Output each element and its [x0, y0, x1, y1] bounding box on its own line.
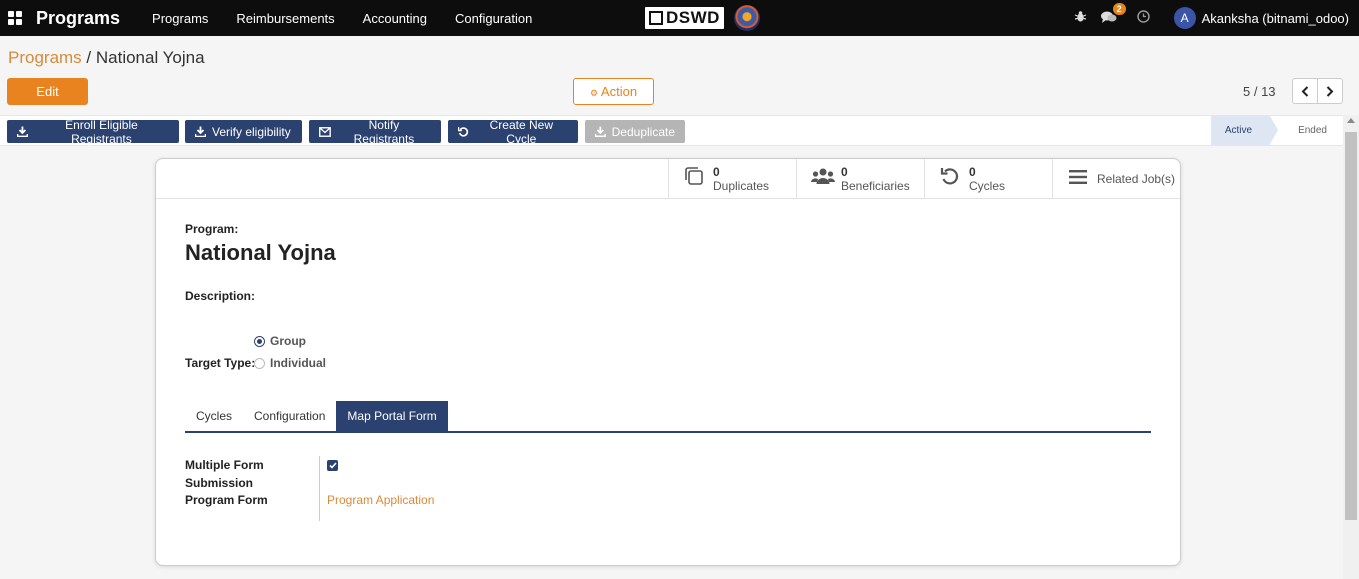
target-type-group-option[interactable]: Group [254, 334, 306, 348]
beneficiaries-count: 0 [841, 165, 848, 179]
program-label: Program: [185, 222, 239, 236]
status-bar: Active Ended [1210, 116, 1343, 145]
messages-count-badge: 2 [1112, 2, 1126, 15]
cycles-label: Cycles [969, 179, 1006, 193]
check-icon [328, 462, 337, 469]
smart-button-box: 0 Duplicates 0 Beneficiaries 0 Cycles Relat… [156, 159, 1180, 199]
top-navbar: Programs Programs Reimbursements Account… [0, 0, 1359, 36]
pager-value[interactable]: 5 / 13 [1243, 84, 1276, 99]
menu-configuration[interactable]: Configuration [441, 11, 546, 26]
radio-checked-icon[interactable] [254, 335, 265, 347]
form-header: Enroll Eligible Registrants Verify eligi… [0, 115, 1343, 146]
verify-label: Verify eligibility [212, 124, 291, 139]
tab-map-portal-form[interactable]: Map Portal Form [336, 401, 448, 431]
multiple-form-submission-label: Multiple Form Submission [185, 458, 264, 490]
description-label: Description: [185, 289, 256, 303]
download-icon [195, 126, 206, 137]
deduplicate-button[interactable]: Deduplicate [585, 120, 685, 143]
copy-icon [683, 166, 705, 192]
activity-clock-icon[interactable] [1136, 10, 1150, 26]
app-title[interactable]: Programs [36, 8, 120, 29]
related-jobs-stat-button[interactable]: Related Job(s) [1052, 159, 1180, 199]
undo-icon [939, 166, 961, 192]
enroll-label: Enroll Eligible Registrants [65, 117, 138, 146]
brand-logos: DSWD [645, 3, 760, 33]
user-menu[interactable]: Akanksha (bitnami_odoo) [1202, 11, 1349, 26]
list-icon [1067, 168, 1089, 191]
program-form-label: Program Form [185, 493, 268, 507]
tab-cycles[interactable]: Cycles [185, 401, 243, 431]
enroll-eligible-registrants-button[interactable]: Enroll Eligible Registrants [7, 117, 179, 146]
download-icon [17, 126, 28, 137]
field-divider [319, 456, 320, 521]
related-jobs-label: Related Job(s) [1097, 172, 1176, 186]
beneficiaries-label: Beneficiaries [841, 179, 910, 193]
notebook-tabs: Cycles Configuration Map Portal Form [185, 401, 1151, 433]
messages-icon[interactable]: 2 [1100, 2, 1126, 27]
main-menu: Programs Reimbursements Accounting Confi… [138, 11, 546, 26]
breadcrumb: Programs / National Yojna [8, 48, 205, 68]
scroll-up-arrow-icon[interactable] [1347, 118, 1355, 123]
action-button[interactable]: ⚙ Action [573, 78, 654, 105]
target-type-label: Target Type: [185, 356, 256, 370]
users-icon [811, 167, 835, 191]
duplicates-label: Duplicates [713, 179, 770, 193]
create-cycle-label: Create New Cycle [489, 117, 553, 146]
scroll-thumb[interactable] [1345, 132, 1357, 520]
target-type-individual-option[interactable]: Individual [254, 356, 326, 370]
systray: 2 A Akanksha (bitnami_odoo) [1074, 0, 1349, 36]
notify-label: Notify Registrants [353, 117, 415, 146]
user-avatar[interactable]: A [1173, 7, 1196, 29]
duplicates-stat-button[interactable]: 0 Duplicates [668, 159, 796, 199]
duplicates-count: 0 [713, 165, 720, 179]
program-name: National Yojna [185, 240, 336, 265]
gear-icon: ⚙ [589, 88, 599, 98]
breadcrumb-separator: / [81, 48, 96, 67]
chevron-right-icon [1326, 85, 1334, 97]
chevron-left-icon [1301, 85, 1309, 97]
cycles-count: 0 [969, 165, 976, 179]
page-scrollbar[interactable] [1343, 115, 1359, 579]
apps-menu-icon[interactable] [8, 11, 22, 25]
undo-icon [458, 127, 469, 137]
status-active[interactable]: Active [1210, 116, 1279, 145]
tab-configuration[interactable]: Configuration [243, 401, 336, 431]
download-icon [595, 126, 606, 137]
seal-logo [733, 5, 760, 31]
target-group-label: Group [270, 334, 306, 348]
program-form-link[interactable]: Program Application [327, 493, 434, 507]
action-label: Action [600, 84, 638, 99]
menu-reimbursements[interactable]: Reimbursements [222, 11, 348, 26]
verify-eligibility-button[interactable]: Verify eligibility [185, 120, 302, 143]
deduplicate-label: Deduplicate [611, 124, 675, 139]
target-individual-label: Individual [270, 356, 327, 370]
pager-next-button[interactable] [1317, 78, 1343, 104]
cycles-stat-button[interactable]: 0 Cycles [924, 159, 1052, 199]
edit-button[interactable]: Edit [7, 78, 88, 105]
beneficiaries-stat-button[interactable]: 0 Beneficiaries [796, 159, 924, 199]
radio-unchecked-icon[interactable] [254, 357, 265, 369]
bug-icon[interactable] [1074, 10, 1087, 26]
status-ended[interactable]: Ended [1270, 116, 1343, 145]
dswd-logo: DSWD [645, 7, 724, 29]
envelope-icon [319, 126, 331, 137]
form-sheet: 0 Duplicates 0 Beneficiaries 0 Cycles Relat… [155, 158, 1181, 566]
pager-previous-button[interactable] [1292, 78, 1318, 104]
multiple-form-checkbox[interactable] [327, 460, 338, 471]
breadcrumb-programs-link[interactable]: Programs [8, 48, 82, 67]
create-new-cycle-button[interactable]: Create New Cycle [448, 117, 578, 146]
menu-accounting[interactable]: Accounting [349, 11, 441, 26]
breadcrumb-current: National Yojna [95, 48, 205, 67]
menu-programs[interactable]: Programs [138, 11, 222, 26]
notify-registrants-button[interactable]: Notify Registrants [309, 117, 441, 146]
